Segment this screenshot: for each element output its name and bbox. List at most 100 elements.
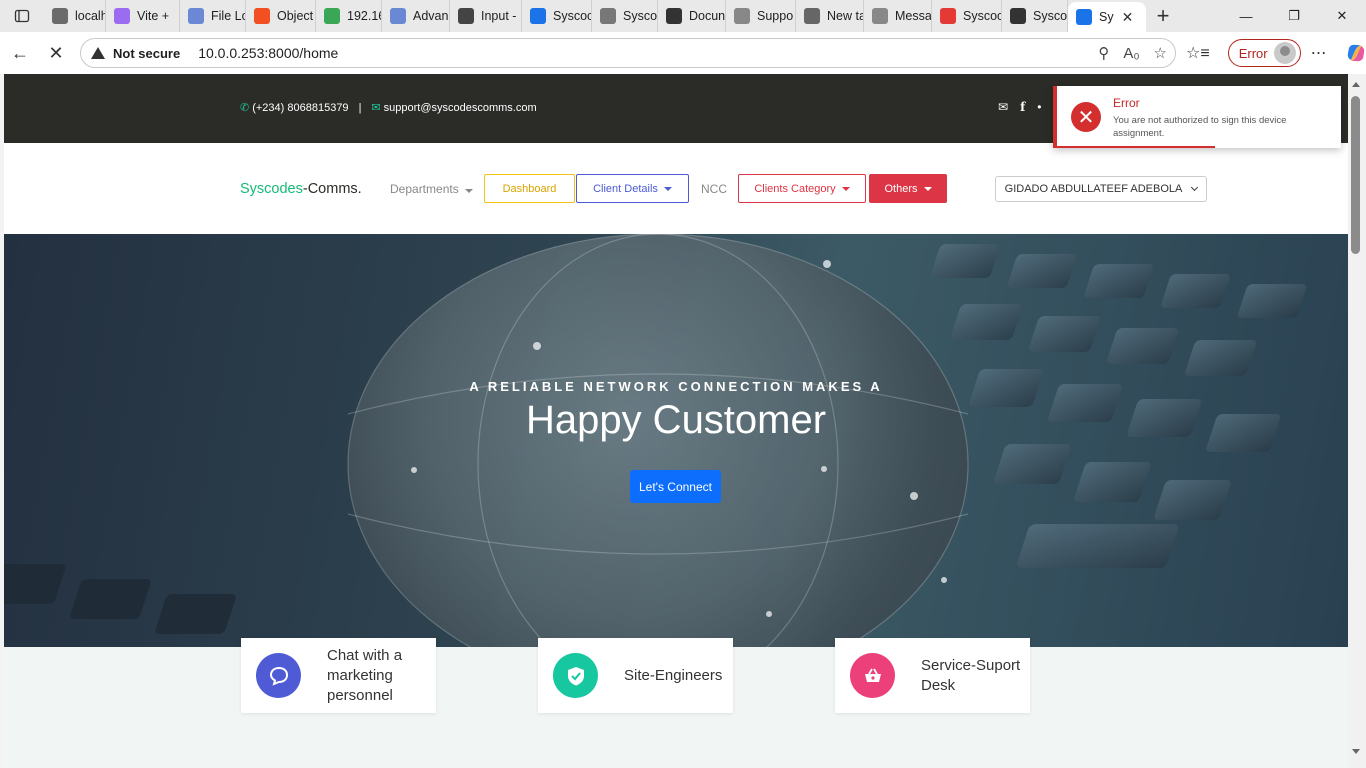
tab-actions-icon xyxy=(14,9,30,23)
page-scrollbar[interactable] xyxy=(1348,74,1366,768)
tab-favicon-icon xyxy=(114,8,130,24)
tab-label: Messa xyxy=(895,9,932,23)
browser-tab[interactable]: Docun xyxy=(658,0,726,32)
browser-tab[interactable]: Syscoc xyxy=(522,0,592,32)
shield-check-icon xyxy=(553,653,598,698)
tab-favicon-icon xyxy=(52,8,68,24)
tab-favicon-icon xyxy=(600,8,616,24)
browser-tab[interactable]: Advan xyxy=(382,0,450,32)
email-address[interactable]: support@syscodescomms.com xyxy=(384,102,537,114)
read-aloud-icon[interactable]: A₀ xyxy=(1123,45,1139,62)
browser-tab[interactable]: Suppo xyxy=(726,0,796,32)
favorite-star-icon[interactable]: ☆ xyxy=(1154,44,1167,62)
mail-icon[interactable]: ✉ xyxy=(998,100,1008,114)
browser-right-tools: ☆≡ Error ⋯ xyxy=(1186,32,1366,74)
client-details-dropdown[interactable]: Client Details xyxy=(576,174,689,203)
tab-label: Vite + xyxy=(137,9,170,23)
new-tab-button[interactable]: + xyxy=(1146,3,1180,29)
tab-active[interactable]: Sy ✕ xyxy=(1068,2,1146,32)
dashboard-button[interactable]: Dashboard xyxy=(484,174,575,203)
hero-banner: A RELIABLE NETWORK CONNECTION MAKES A Ha… xyxy=(4,234,1348,647)
zoom-icon[interactable]: ⚲ xyxy=(1098,44,1109,62)
maximize-button[interactable]: ❐ xyxy=(1270,0,1318,32)
departments-label: Departments xyxy=(390,182,459,196)
stop-loading-button[interactable]: ✕ xyxy=(38,37,74,69)
others-dropdown[interactable]: Others xyxy=(869,174,947,203)
url-text[interactable]: 10.0.0.253:8000/home xyxy=(198,45,338,61)
tab-favicon-icon xyxy=(188,8,204,24)
tab-label: Advan xyxy=(413,9,449,23)
clients-category-dropdown[interactable]: Clients Category xyxy=(738,174,866,203)
minimize-button[interactable]: — xyxy=(1222,0,1270,32)
browser-tab[interactable]: Syscoc xyxy=(592,0,658,32)
more-menu-icon[interactable]: ⋯ xyxy=(1311,43,1327,63)
clients-category-label: Clients Category xyxy=(754,182,836,195)
copilot-icon[interactable] xyxy=(1345,42,1366,64)
browser-tab[interactable]: Vite + xyxy=(106,0,180,32)
browser-tab[interactable]: Syscoc xyxy=(932,0,1002,32)
site-engineers-card[interactable]: Site-Engineers xyxy=(538,638,733,713)
service-support-desk-card[interactable]: Service-Suport Desk xyxy=(835,638,1030,713)
error-x-icon: ✕ xyxy=(1071,102,1101,132)
tab-favicon-icon xyxy=(1010,8,1026,24)
security-warning[interactable]: Not secure xyxy=(91,46,180,61)
browser-tab[interactable]: Input - xyxy=(450,0,522,32)
close-window-button[interactable]: ✕ xyxy=(1318,0,1366,32)
lets-connect-button[interactable]: Let's Connect xyxy=(630,470,721,503)
error-toast[interactable]: ✕ Error You are not authorized to sign t… xyxy=(1053,86,1341,148)
chevron-down-icon xyxy=(1191,183,1199,192)
favorites-icon[interactable]: ☆≡ xyxy=(1186,43,1210,63)
user-menu-dropdown[interactable]: GIDADO ABDULLATEEF ADEBOLA xyxy=(995,176,1207,202)
card-label: Service-Suport Desk xyxy=(921,656,1021,694)
chat-marketing-card[interactable]: Chat with a marketing personnel xyxy=(241,638,436,713)
warning-icon xyxy=(91,47,105,59)
ncc-link[interactable]: NCC xyxy=(701,182,727,196)
facebook-icon[interactable]: f xyxy=(1020,100,1025,114)
tab-actions-button[interactable] xyxy=(0,0,44,32)
toast-progress-bar xyxy=(1057,146,1215,148)
tab-favicon-icon xyxy=(940,8,956,24)
toast-message: You are not authorized to sign this devi… xyxy=(1113,115,1287,139)
tab-favicon-icon xyxy=(734,8,750,24)
phone-number[interactable]: (+234) 8068815379 xyxy=(252,102,348,114)
tab-label: localho xyxy=(75,9,105,23)
back-button[interactable]: ← xyxy=(2,37,38,69)
tab-label: Docun xyxy=(689,9,726,23)
hero-title: Happy Customer xyxy=(525,398,827,442)
caret-down-icon xyxy=(923,186,932,191)
tab-favicon-icon xyxy=(1076,9,1092,25)
toast-title: Error xyxy=(1113,96,1140,110)
browser-tab[interactable]: localho xyxy=(44,0,106,32)
browser-tab[interactable]: Object xyxy=(246,0,316,32)
brand-logo[interactable]: Syscodes-Comms. xyxy=(240,181,362,197)
browser-tab[interactable]: New ta xyxy=(796,0,864,32)
address-bar-icons: ⚲ A₀ ☆ xyxy=(1098,39,1167,67)
basket-icon xyxy=(850,653,895,698)
address-bar[interactable]: Not secure 10.0.0.253:8000/home ⚲ A₀ ☆ xyxy=(80,38,1176,68)
caret-down-icon xyxy=(841,186,850,191)
browser-tab[interactable]: File Lo xyxy=(180,0,246,32)
departments-dropdown[interactable]: Departments xyxy=(390,182,473,196)
scroll-down-icon[interactable] xyxy=(1352,749,1360,754)
tab-label: Input - xyxy=(481,9,517,23)
close-tab-icon[interactable]: ✕ xyxy=(1122,9,1134,26)
tab-favicon-icon xyxy=(804,8,820,24)
profile-error-button[interactable]: Error xyxy=(1227,39,1301,67)
caret-down-icon xyxy=(663,186,672,191)
twitter-icon[interactable]: • xyxy=(1037,100,1041,114)
tab-label: 192.16 xyxy=(347,9,382,23)
browser-tab[interactable]: 192.16 xyxy=(316,0,382,32)
hero-subtitle: A RELIABLE NETWORK CONNECTION MAKES A xyxy=(469,379,883,394)
window-controls: — ❐ ✕ xyxy=(1222,0,1366,32)
tab-label: Syscoc xyxy=(623,9,658,23)
scroll-up-icon[interactable] xyxy=(1352,82,1360,87)
browser-tab[interactable]: Messa xyxy=(864,0,932,32)
tab-favicon-icon xyxy=(390,8,406,24)
main-navbar: Syscodes-Comms. Departments Dashboard Cl… xyxy=(4,143,1348,234)
browser-tab[interactable]: Syscoc xyxy=(1002,0,1068,32)
card-label: Chat with a marketing personnel xyxy=(327,646,403,704)
scrollbar-thumb[interactable] xyxy=(1351,96,1360,254)
tab-label: Sy xyxy=(1099,10,1114,24)
profile-status-label: Error xyxy=(1238,45,1268,61)
chat-bubble-icon xyxy=(256,653,301,698)
